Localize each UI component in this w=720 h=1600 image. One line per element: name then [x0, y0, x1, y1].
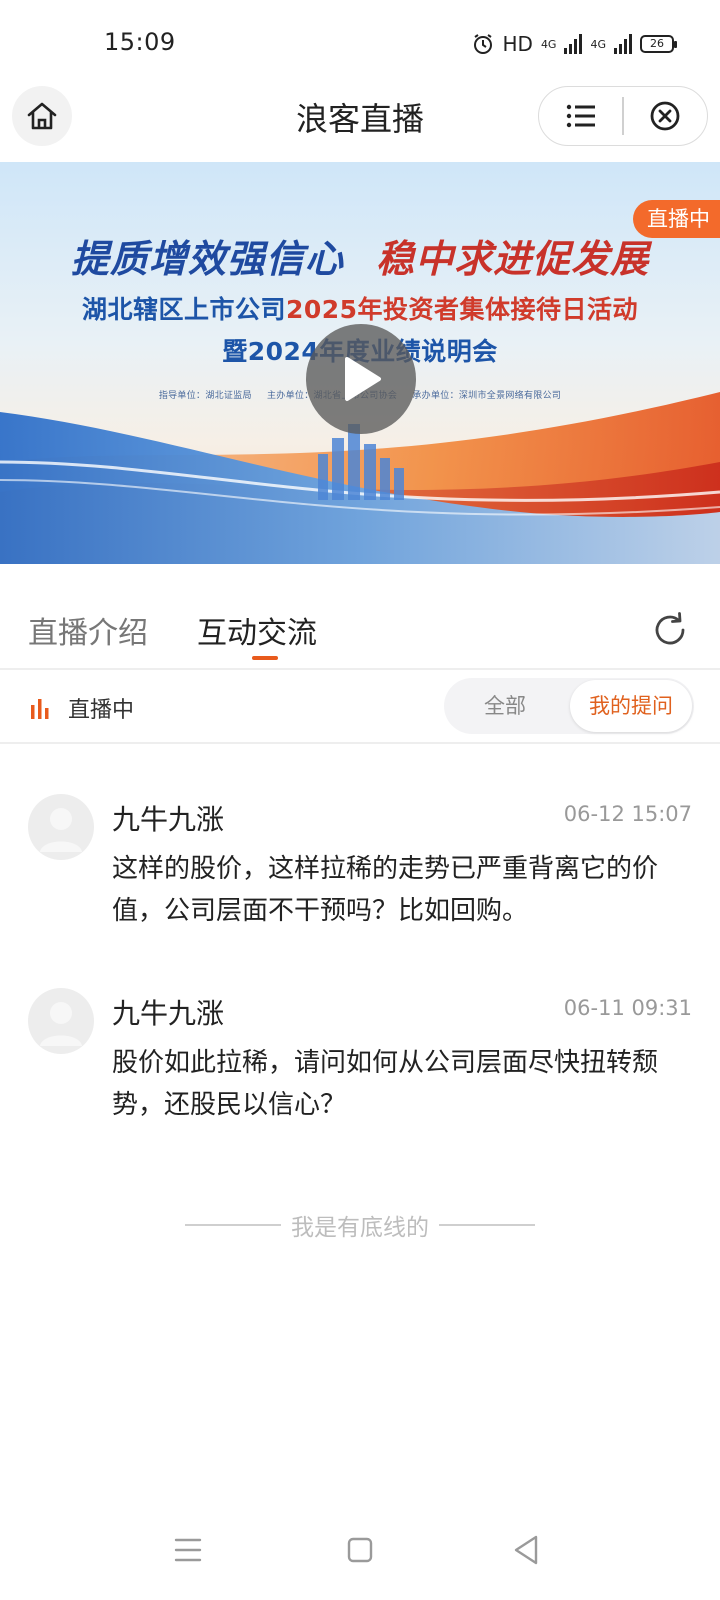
- banner-headline-1-red: 2025年投资者集体接待日活动: [285, 295, 639, 324]
- banner-headline-1: 湖北辖区上市公司2025年投资者集体接待日活动: [0, 290, 720, 326]
- alarm-icon: [474, 34, 493, 54]
- nav-back-button[interactable]: [506, 1530, 546, 1570]
- filter-my-questions-button[interactable]: 我的提问: [570, 680, 692, 732]
- comment-time: 06-12 15:07: [563, 802, 692, 826]
- list-item: 九牛九涨 06-12 15:07 这样的股价，这样拉稀的走势已严重背离它的价值，…: [0, 794, 720, 944]
- refresh-button[interactable]: [650, 610, 690, 650]
- play-icon: [345, 357, 381, 401]
- comment-text: 这样的股价，这样拉稀的走势已严重背离它的价值，公司层面不干预吗？比如回购。: [112, 854, 659, 926]
- refresh-icon: [655, 612, 685, 645]
- end-of-list-text: 我是有底线的: [291, 1215, 429, 1241]
- battery-icon: 26: [640, 35, 677, 53]
- square-icon: [347, 1537, 373, 1563]
- tab-interaction[interactable]: 互动交流: [197, 608, 317, 652]
- close-button[interactable]: [624, 87, 707, 145]
- status-bar: 15:09 HD 4G 4G 26: [0, 0, 720, 84]
- nav-home-button[interactable]: [340, 1530, 380, 1570]
- tab-bar: 直播介绍 互动交流: [0, 564, 720, 670]
- capsule-menu: [538, 86, 708, 146]
- filter-row: 直播中 全部 我的提问: [0, 672, 720, 744]
- banner-headline-1-blue: 湖北辖区上市公司: [81, 295, 286, 324]
- end-of-list: 我是有底线的: [0, 1208, 720, 1242]
- question-filter: 全部 我的提问: [444, 678, 694, 734]
- user-placeholder-icon: [40, 808, 82, 852]
- title-bar: 浪客直播: [0, 84, 720, 160]
- live-status-text: 直播中: [68, 698, 135, 723]
- status-icons: HD 4G 4G 26: [472, 30, 677, 58]
- nav-menu-button[interactable]: [168, 1530, 208, 1570]
- comment-time: 06-11 09:31: [563, 996, 692, 1020]
- play-button[interactable]: [306, 324, 416, 434]
- banner-org-organizer: 承办单位：深圳市全景网络有限公司: [412, 391, 562, 401]
- live-video-banner[interactable]: 提质增效强信心 稳中求进促发展 湖北辖区上市公司2025年投资者集体接待日活动 …: [0, 162, 720, 564]
- status-time: 15:09: [104, 28, 176, 56]
- tab-live-intro[interactable]: 直播介绍: [28, 608, 148, 652]
- banner-slogan-b: 稳中求进促发展: [376, 236, 650, 281]
- user-placeholder-icon: [40, 1002, 82, 1046]
- comment-author: 九牛九涨: [112, 997, 225, 1030]
- divider: [439, 1224, 535, 1226]
- menu-icon: [174, 1538, 202, 1562]
- network-label-2: 4G: [590, 37, 606, 51]
- network-label-1: 4G: [540, 37, 557, 51]
- menu-button[interactable]: [539, 87, 622, 145]
- active-tab-indicator: [252, 656, 278, 660]
- system-nav-bar: [0, 1530, 720, 1580]
- close-circle-icon: [650, 101, 680, 131]
- filter-all-button[interactable]: 全部: [444, 678, 566, 734]
- divider: [185, 1224, 281, 1226]
- live-bars-icon: [31, 699, 49, 719]
- back-triangle-icon: [514, 1535, 538, 1565]
- live-tag: 直播中: [633, 200, 720, 238]
- banner-slogan-a: 提质增效强信心: [70, 236, 344, 281]
- signal-icon-1: [564, 34, 583, 54]
- avatar: [28, 794, 94, 860]
- comment-author: 九牛九涨: [112, 803, 225, 836]
- list-icon: [566, 104, 595, 128]
- banner-org-guide: 指导单位：湖北证监局: [158, 391, 252, 401]
- list-item: 九牛九涨 06-11 09:31 股价如此拉稀，请问如何从公司层面尽快扭转颓势，…: [0, 988, 720, 1138]
- hd-label: HD: [502, 32, 533, 56]
- live-status: 直播中: [30, 692, 134, 724]
- comment-text: 股价如此拉稀，请问如何从公司层面尽快扭转颓势，还股民以信心？: [112, 1048, 659, 1120]
- signal-icon-2: [614, 34, 632, 54]
- avatar: [28, 988, 94, 1054]
- banner-slogan: 提质增效强信心 稳中求进促发展: [0, 228, 720, 283]
